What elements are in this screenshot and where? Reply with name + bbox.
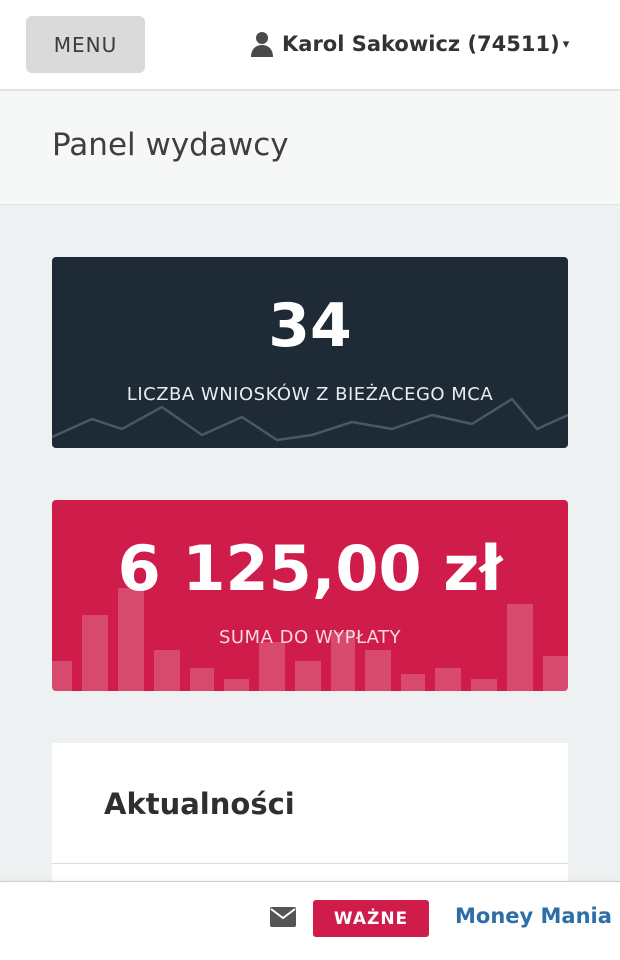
applications-count: 34 (268, 291, 352, 361)
news-title: Aktualności (104, 787, 295, 821)
page-title: Panel wydawcy (52, 127, 289, 163)
user-menu[interactable]: Karol Sakowicz (74511) ▾ (250, 28, 569, 60)
news-divider (52, 863, 568, 864)
top-bar: MENU Karol Sakowicz (74511) ▾ (0, 0, 620, 90)
menu-button[interactable]: MENU (26, 16, 145, 73)
page-header: Panel wydawcy (0, 91, 620, 205)
important-badge[interactable]: WAŻNE (313, 900, 429, 937)
payout-label: SUMA DO WYPŁATY (218, 627, 402, 648)
chevron-down-icon[interactable]: ▾ (563, 37, 570, 52)
user-icon (251, 32, 273, 57)
applications-stat-card[interactable]: 34 LICZBA WNIOSKÓW Z BIEŻACEGO MCA (52, 257, 568, 448)
envelope-icon[interactable] (270, 907, 296, 927)
payout-amount: 6 125,00 zł (117, 532, 503, 605)
applications-label: LICZBA WNIOSKÓW Z BIEŻACEGO MCA (126, 384, 494, 405)
user-name: Karol Sakowicz (74511) (282, 32, 560, 56)
money-mania-link[interactable]: Money Mania (455, 904, 612, 928)
bottom-bar: WAŻNE Money Mania (0, 881, 620, 960)
payout-stat-card[interactable]: 6 125,00 zł SUMA DO WYPŁATY (52, 500, 568, 691)
